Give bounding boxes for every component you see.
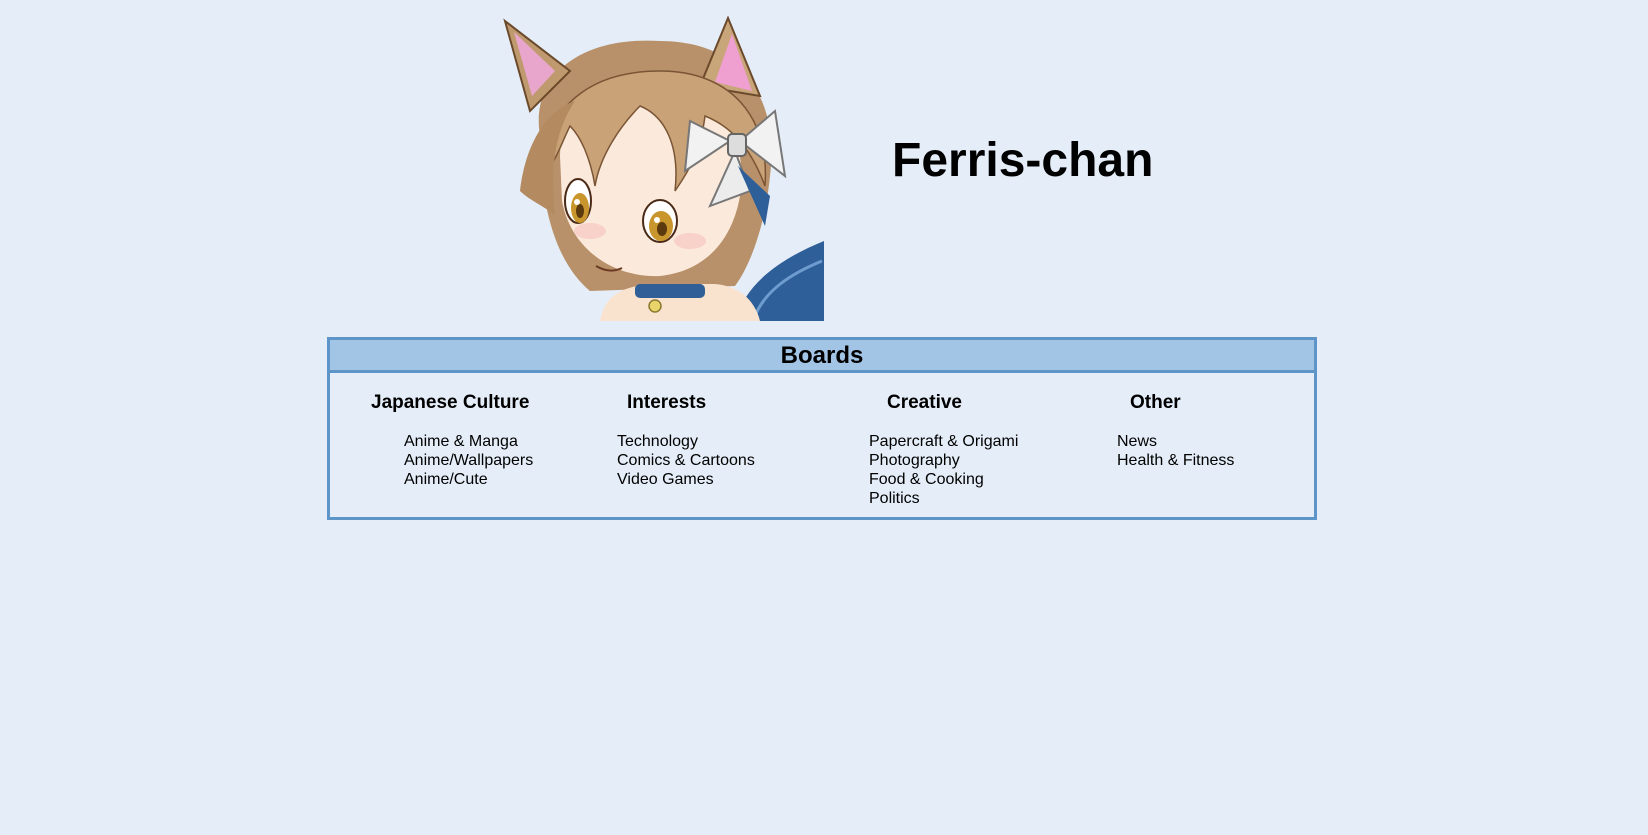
board-link[interactable]: Anime & Manga	[404, 432, 533, 451]
site-title: Ferris-chan	[892, 134, 1154, 187]
cat-girl-icon	[503, 16, 824, 321]
category-board-list: Papercraft & Origami Photography Food & …	[869, 432, 1018, 508]
mascot-image	[500, 16, 824, 321]
board-link[interactable]: Comics & Cartoons	[617, 451, 755, 470]
board-link[interactable]: Food & Cooking	[869, 470, 1018, 489]
board-link[interactable]: Video Games	[617, 470, 755, 489]
board-link[interactable]: News	[1117, 432, 1234, 451]
category-title: Interests	[627, 392, 707, 413]
category-title: Other	[1130, 392, 1181, 413]
category-title: Creative	[887, 392, 962, 413]
board-link[interactable]: Photography	[869, 451, 1018, 470]
board-link[interactable]: Anime/Wallpapers	[404, 451, 533, 470]
board-link[interactable]: Politics	[869, 489, 1018, 508]
board-link[interactable]: Papercraft & Origami	[869, 432, 1018, 451]
category-board-list: Technology Comics & Cartoons Video Games	[617, 432, 755, 489]
category-board-list: Anime & Manga Anime/Wallpapers Anime/Cut…	[404, 432, 533, 489]
board-link[interactable]: Anime/Cute	[404, 470, 533, 489]
category-board-list: News Health & Fitness	[1117, 432, 1234, 470]
category-title: Japanese Culture	[371, 392, 530, 413]
boards-header: Boards	[330, 340, 1314, 373]
boards-panel: Boards Japanese Culture Anime & Manga An…	[327, 337, 1317, 520]
board-link[interactable]: Technology	[617, 432, 755, 451]
page: Ferris-chan Boards Japanese Culture Anim…	[0, 0, 1648, 835]
board-link[interactable]: Health & Fitness	[1117, 451, 1234, 470]
